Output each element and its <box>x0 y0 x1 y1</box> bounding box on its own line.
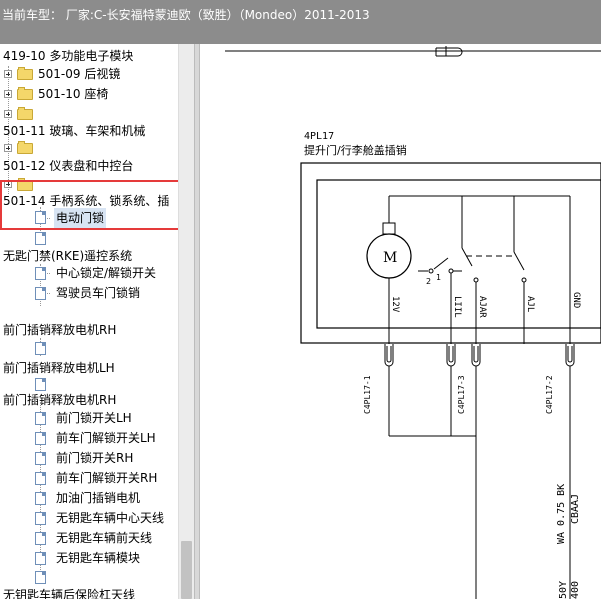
tree-item[interactable]: 501-11 玻璃、车架和机械 <box>3 121 145 141</box>
tree-item[interactable]: 前门插销释放电机RH <box>3 320 116 340</box>
tree-item[interactable]: 中心锁定/解锁开关 <box>56 263 156 283</box>
tree-scrollbar[interactable] <box>178 44 194 599</box>
folder-icon <box>17 107 33 120</box>
tree-item[interactable]: 501-12 仪表盘和中控台 <box>3 156 133 176</box>
pin-label: 12V <box>390 296 400 313</box>
pin-label: AJL <box>525 296 535 312</box>
document-icon <box>35 342 46 355</box>
title-text: 当前车型： 厂家:C-长安福特蒙迪欧（致胜）（Mondeo）2011-2013 <box>2 8 370 22</box>
motor-label: M <box>383 250 397 266</box>
document-icon <box>35 287 46 300</box>
tree-item[interactable]: 前门锁开关RH <box>56 448 133 468</box>
expand-icon[interactable] <box>4 70 12 78</box>
document-icon <box>35 552 46 565</box>
wire-label: 400 <box>570 581 581 599</box>
tree-item[interactable]: 驾驶员车门锁销 <box>56 283 140 303</box>
document-icon <box>35 432 46 445</box>
tree-item[interactable]: 前门插销释放电机RH <box>3 390 116 410</box>
switch-label-2: 2 <box>426 277 431 286</box>
tree-view[interactable]: 419-10 多功能电子模块 501-09 后视镜 501-10 座椅 501-… <box>0 44 196 599</box>
wire-label: 50Y <box>558 581 569 599</box>
expand-icon[interactable] <box>4 90 12 98</box>
wiring-diagram[interactable]: 4PL17 提升门/行李舱盖插销 M 2 1 12V LIIL AJAR AJL… <box>200 44 601 599</box>
scrollbar-thumb[interactable] <box>181 541 192 599</box>
tree-item[interactable]: 419-10 多功能电子模块 <box>3 46 133 66</box>
tree-item[interactable]: 前车门解锁开关RH <box>56 468 157 488</box>
tree-item[interactable]: 无钥匙车辆模块 <box>56 548 140 568</box>
tree-item[interactable]: 加油门插销电机 <box>56 488 140 508</box>
document-icon <box>35 232 46 245</box>
document-icon <box>35 571 46 584</box>
tree-item[interactable]: 501-09 后视镜 <box>38 64 120 84</box>
document-icon <box>35 412 46 425</box>
component-name: 提升门/行李舱盖插销 <box>304 143 407 157</box>
folder-icon <box>17 141 33 154</box>
tree-item[interactable]: 前门锁开关LH <box>56 408 132 428</box>
document-icon <box>35 472 46 485</box>
connector-label: C4PL17-1 <box>363 375 372 414</box>
document-icon <box>35 492 46 505</box>
pin-label: GND <box>571 292 581 308</box>
tree-item[interactable]: 前门插销释放电机LH <box>3 358 115 378</box>
connector-label: C4PL17-3 <box>457 375 466 414</box>
expand-icon[interactable] <box>4 110 12 118</box>
component-code: 4PL17 <box>304 131 334 142</box>
tree-item[interactable]: 无钥匙车辆前天线 <box>56 528 152 548</box>
document-icon <box>35 512 46 525</box>
connector-symbols <box>384 344 575 367</box>
wire-label: WA 0.75 BK <box>556 484 567 544</box>
document-icon <box>35 452 46 465</box>
tree-item[interactable]: 501-10 座椅 <box>38 84 108 104</box>
switch-label-1: 1 <box>436 273 441 282</box>
title-bar: 当前车型： 厂家:C-长安福特蒙迪欧（致胜）（Mondeo）2011-2013 <box>0 0 601 44</box>
pin-label: LIIL <box>452 296 462 318</box>
expand-icon[interactable] <box>4 144 12 152</box>
document-icon <box>35 267 46 280</box>
document-icon <box>35 532 46 545</box>
red-highlight-box <box>0 180 190 230</box>
folder-icon <box>17 67 33 80</box>
pin-label: AJAR <box>477 296 487 318</box>
tree-item[interactable]: 前车门解锁开关LH <box>56 428 156 448</box>
wire-label: CBAAJ <box>570 494 581 524</box>
folder-icon <box>17 87 33 100</box>
tree-item[interactable]: 无钥匙车辆中心天线 <box>56 508 164 528</box>
connector-label: C4PL17-2 <box>545 375 554 414</box>
tree-item[interactable]: 无钥匙车辆后保险杠天线 <box>3 585 135 599</box>
